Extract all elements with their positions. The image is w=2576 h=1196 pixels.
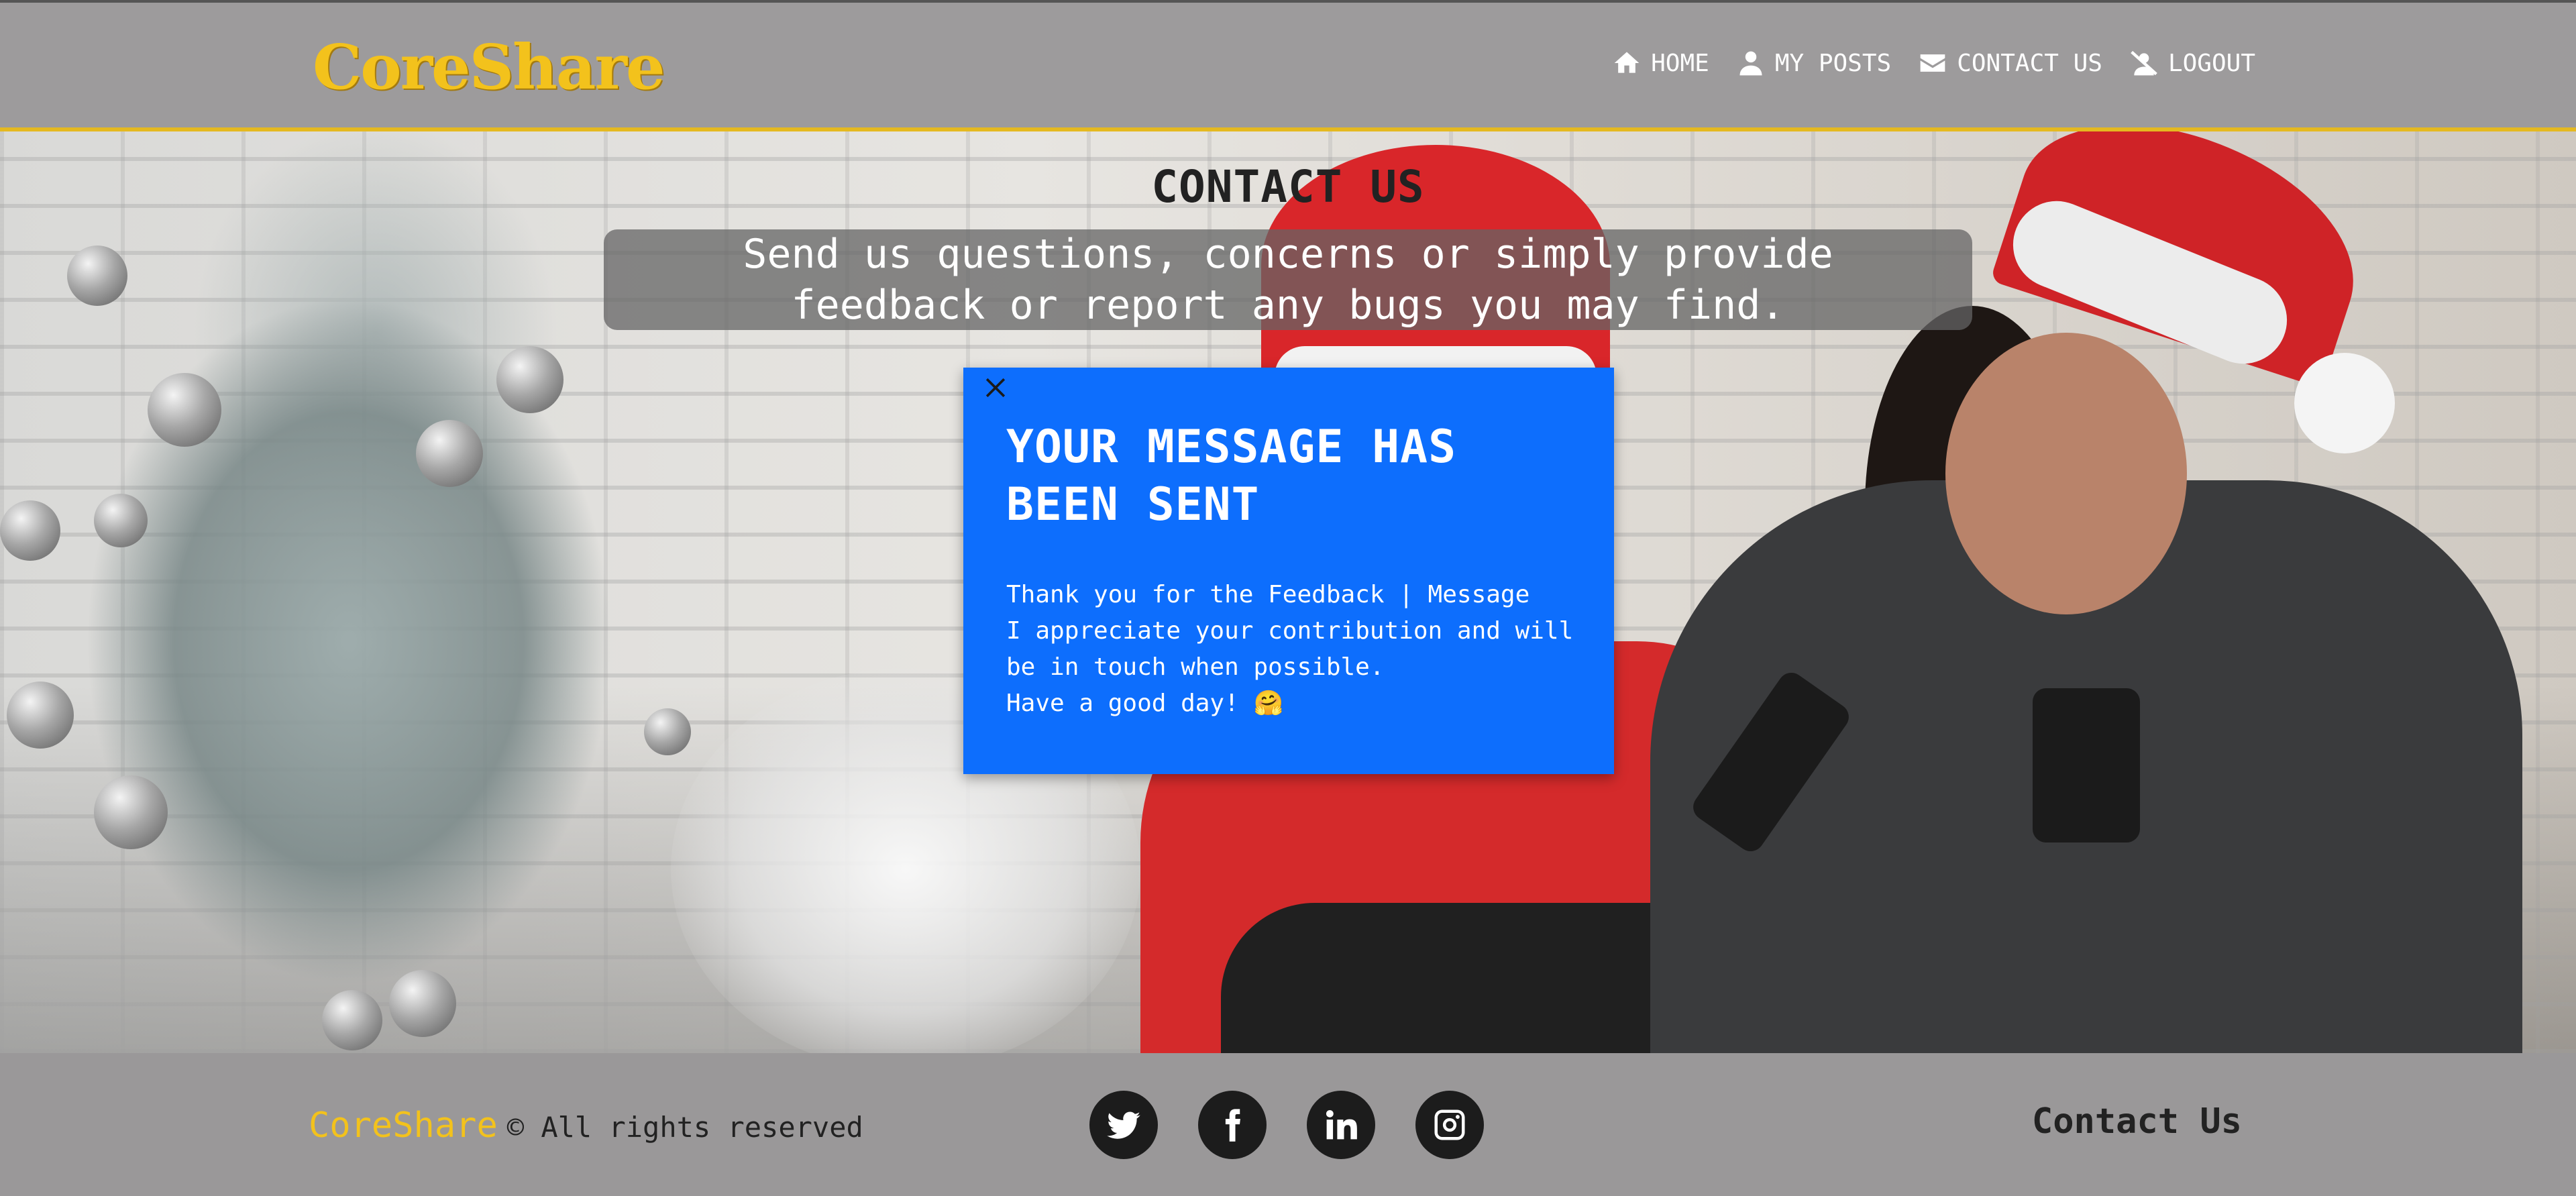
modal-line: Have a good day! 🤗 [1006, 690, 1284, 717]
nav-logout-label: LOGOUT [2167, 49, 2255, 77]
modal-title: YOUR MESSAGE HAS BEEN SENT [1006, 421, 1457, 531]
instagram-link[interactable] [1415, 1091, 1484, 1159]
page-title: CONTACT US [1151, 161, 1425, 213]
linkedin-link[interactable] [1307, 1091, 1375, 1159]
person-right-face [1945, 333, 2187, 614]
nav-contact-us[interactable]: CONTACT US [1918, 48, 2102, 78]
footer-logo: CoreShare [309, 1105, 498, 1146]
modal-body: Thank you for the Feedback | Message I a… [1006, 577, 1597, 722]
ornament [644, 708, 691, 755]
modal-line: Thank you for the Feedback | Message [1006, 581, 1530, 608]
ornament [148, 373, 221, 447]
copyright-text: © All rights reserved [506, 1111, 863, 1144]
nav-links: HOME MY POSTS CONTACT US LOGOUT [1612, 48, 2255, 78]
navbar: CoreShare HOME MY POSTS CONTACT US LOGOU… [0, 0, 2576, 131]
nav-my-posts-label: MY POSTS [1774, 49, 1892, 77]
close-button[interactable] [981, 373, 1010, 402]
envelope-icon [1920, 54, 1945, 72]
message-sent-modal: YOUR MESSAGE HAS BEEN SENT Thank you for… [963, 368, 1614, 774]
nav-logout[interactable]: LOGOUT [2129, 48, 2255, 78]
footer: CoreShare © All rights reserved Contact … [0, 1053, 2576, 1196]
user-slash-icon [2131, 50, 2157, 76]
ornament [7, 682, 74, 749]
phone [2033, 688, 2140, 842]
facebook-icon [1225, 1109, 1240, 1142]
nav-home-label: HOME [1651, 49, 1709, 77]
ornament [496, 346, 564, 413]
nav-contact-us-label: CONTACT US [1957, 49, 2102, 77]
ornament [416, 420, 483, 487]
home-icon [1614, 52, 1640, 73]
twitter-icon [1107, 1111, 1140, 1139]
nav-my-posts[interactable]: MY POSTS [1736, 48, 1891, 78]
footer-contact-link[interactable]: Contact Us [2032, 1101, 2242, 1142]
ornament [94, 775, 168, 849]
nav-home[interactable]: HOME [1612, 48, 1709, 78]
twitter-link[interactable] [1089, 1091, 1158, 1159]
page-subtitle: Send us questions, concerns or simply pr… [604, 229, 1972, 330]
ornament [0, 500, 60, 561]
page-subtitle-text: Send us questions, concerns or simply pr… [743, 231, 1833, 329]
instagram-icon [1434, 1109, 1465, 1140]
ornament [94, 494, 148, 547]
ornament [67, 246, 127, 306]
logo[interactable]: CoreShare [313, 31, 665, 103]
social-links [1089, 1091, 1484, 1159]
linkedin-icon [1326, 1109, 1357, 1140]
close-icon [985, 378, 1006, 398]
facebook-link[interactable] [1198, 1091, 1267, 1159]
footer-brand: CoreShare © All rights reserved [309, 1105, 863, 1146]
user-icon [1739, 51, 1762, 76]
modal-line: I appreciate your contribution and will … [1006, 617, 1574, 681]
ornament [322, 990, 382, 1050]
santa-hat-pompom [2294, 353, 2395, 453]
ornament [389, 970, 456, 1037]
